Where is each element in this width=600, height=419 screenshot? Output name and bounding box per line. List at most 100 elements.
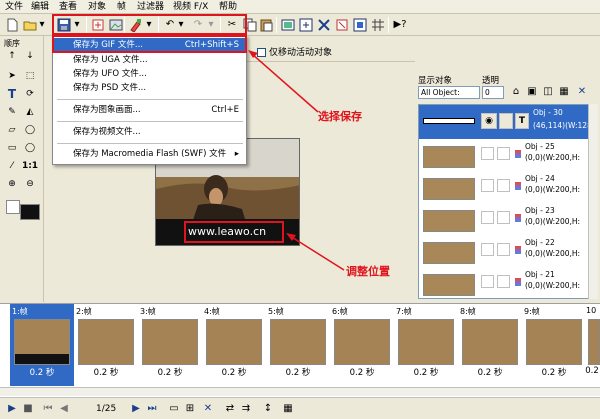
frame-thumb — [270, 319, 326, 365]
opacity-value: 0 — [485, 88, 490, 97]
image-type-icon — [515, 246, 521, 254]
object-props-icon[interactable]: ▦ — [556, 84, 572, 100]
object-thumb — [423, 178, 475, 200]
frame-delay: 0.2 秒 — [157, 368, 183, 378]
visibility-toggle[interactable] — [481, 275, 494, 288]
lock-toggle[interactable] — [499, 113, 513, 129]
frame-thumb — [78, 319, 134, 365]
frame-item[interactable]: 7:帧 0.2 秒 — [394, 304, 458, 386]
object-name: Obj - 30 — [533, 108, 563, 117]
frame-item[interactable]: 3:帧 0.2 秒 — [138, 304, 202, 386]
object-row[interactable]: Obj - 21 (0,0)(W:200,H: — [419, 267, 589, 298]
object-info: (0,0)(W:200,H: — [525, 249, 581, 258]
show-objects-label: 显示对象 — [418, 76, 453, 86]
frame-thumb — [526, 319, 582, 365]
frame-label: 8:帧 — [460, 307, 476, 316]
object-name: Obj - 22 — [525, 238, 555, 247]
visibility-toggle[interactable] — [481, 147, 494, 160]
frame-label: 7:帧 — [396, 307, 412, 316]
play-icon[interactable]: ▶ — [4, 401, 20, 417]
lock-toggle[interactable] — [497, 211, 510, 224]
frame-item[interactable]: 2:帧 0.2 秒 — [74, 304, 138, 386]
lock-toggle[interactable] — [497, 275, 510, 288]
frame-label: 1:帧 — [12, 307, 28, 316]
frame-delay: 0.2 — [585, 366, 599, 376]
frame-delay: 0.2 秒 — [93, 368, 119, 378]
object-row[interactable]: ◉ T Obj - 30 (46,114)(W:128 — [419, 105, 592, 139]
position-arrow — [289, 235, 345, 271]
sort-icon[interactable]: ↕ — [260, 401, 276, 417]
object-thumb — [423, 274, 475, 296]
insert-frame-icon[interactable]: ⊞ — [182, 401, 198, 417]
save-arrow-head — [248, 50, 258, 58]
delete-frame-icon[interactable]: ✕ — [200, 401, 216, 417]
frame-item[interactable]: 6:帧 0.2 秒 — [330, 304, 394, 386]
lock-toggle[interactable] — [497, 179, 510, 192]
visibility-toggle[interactable] — [481, 179, 494, 192]
frame-counter: 1/25 — [96, 404, 117, 414]
frame-label: 10 — [586, 306, 597, 315]
visibility-eye-icon[interactable]: ◉ — [481, 113, 497, 129]
show-objects-value: All Object: — [421, 88, 460, 97]
frame-item[interactable]: 1:帧 0.2 秒 — [10, 304, 74, 386]
object-list-scrollbar[interactable] — [588, 104, 598, 299]
object-row[interactable]: Obj - 22 (0,0)(W:200,H: — [419, 235, 589, 267]
object-info: (0,0)(W:200,H: — [525, 153, 581, 162]
frame-thumb — [206, 319, 262, 365]
optimize-icon[interactable]: ▦ — [280, 401, 296, 417]
frame-thumb — [462, 319, 518, 365]
image-type-icon — [515, 278, 521, 286]
frame-strip-scrollbar[interactable] — [0, 387, 600, 396]
annotation-position: 调整位置 — [346, 265, 390, 278]
next-frame-icon[interactable]: ▶ — [128, 401, 144, 417]
frame-delay: 0.2 秒 — [541, 368, 567, 378]
object-list[interactable]: ◉ T Obj - 30 (46,114)(W:128 Obj - 25 (0,… — [418, 104, 598, 299]
show-objects-select[interactable]: All Object: — [418, 86, 480, 99]
delete-object-icon[interactable]: ✕ — [574, 84, 590, 100]
stop-icon[interactable]: ■ — [20, 401, 36, 417]
frame-delay: 0.2 秒 — [477, 368, 503, 378]
frame-item[interactable]: 4:帧 0.2 秒 — [202, 304, 266, 386]
frame-label: 4:帧 — [204, 307, 220, 316]
prev-frame-icon[interactable]: ◀ — [56, 401, 72, 417]
frame-label: 9:帧 — [524, 307, 540, 316]
lock-toggle[interactable] — [497, 243, 510, 256]
frame-thumb — [334, 319, 390, 365]
frame-icon[interactable]: ▭ — [166, 401, 182, 417]
text-object-thumb — [423, 118, 475, 124]
visibility-toggle[interactable] — [481, 243, 494, 256]
last-frame-icon[interactable]: ⏭ — [144, 401, 160, 417]
visibility-toggle[interactable] — [481, 211, 494, 224]
object-name: Obj - 24 — [525, 174, 555, 183]
object-thumb — [423, 242, 475, 264]
frame-thumb — [14, 319, 70, 365]
object-icon[interactable]: ▣ — [524, 84, 540, 100]
frame-item[interactable]: 8:帧 0.2 秒 — [458, 304, 522, 386]
frame-thumb — [142, 319, 198, 365]
object-info: (0,0)(W:200,H: — [525, 281, 581, 290]
first-frame-icon[interactable]: ⏮ — [40, 401, 56, 417]
opacity-input[interactable]: 0 — [482, 86, 504, 99]
object-info: (0,0)(W:200,H: — [525, 185, 581, 194]
object-info: (46,114)(W:128 — [533, 121, 592, 130]
lock-icon[interactable]: ⌂ — [508, 84, 524, 100]
playback-bar: ▶ ■ ⏮ ◀ 1/25 ▶ ⏭ ▭ ⊞ ✕ ⇄ ⇉ ↕ ▦ — [0, 397, 600, 419]
frame-item[interactable]: 10 0.2 — [584, 304, 600, 386]
tween-icon[interactable]: ⇉ — [238, 401, 254, 417]
lock-toggle[interactable] — [497, 147, 510, 160]
frame-delay: 0.2 秒 — [285, 368, 311, 378]
add-object-icon[interactable]: ◫ — [540, 84, 556, 100]
frame-delay: 0.2 秒 — [413, 368, 439, 378]
frame-delay: 0.2 秒 — [221, 368, 247, 378]
frame-strip: 1:帧 0.2 秒 2:帧 0.2 秒 3:帧 0.2 秒 4:帧 0.2 秒 5:帧… — [0, 303, 600, 398]
frame-item[interactable]: 5:帧 0.2 秒 — [266, 304, 330, 386]
object-row[interactable]: Obj - 23 (0,0)(W:200,H: — [419, 203, 589, 235]
object-name: Obj - 25 — [525, 142, 555, 151]
frame-delay: 0.2 秒 — [349, 368, 375, 378]
position-arrow-head — [286, 233, 296, 241]
object-row[interactable]: Obj - 25 (0,0)(W:200,H: — [419, 139, 589, 171]
object-row[interactable]: Obj - 24 (0,0)(W:200,H: — [419, 171, 589, 203]
reverse-icon[interactable]: ⇄ — [222, 401, 238, 417]
object-thumb — [423, 210, 475, 232]
frame-item[interactable]: 9:帧 0.2 秒 — [522, 304, 586, 386]
